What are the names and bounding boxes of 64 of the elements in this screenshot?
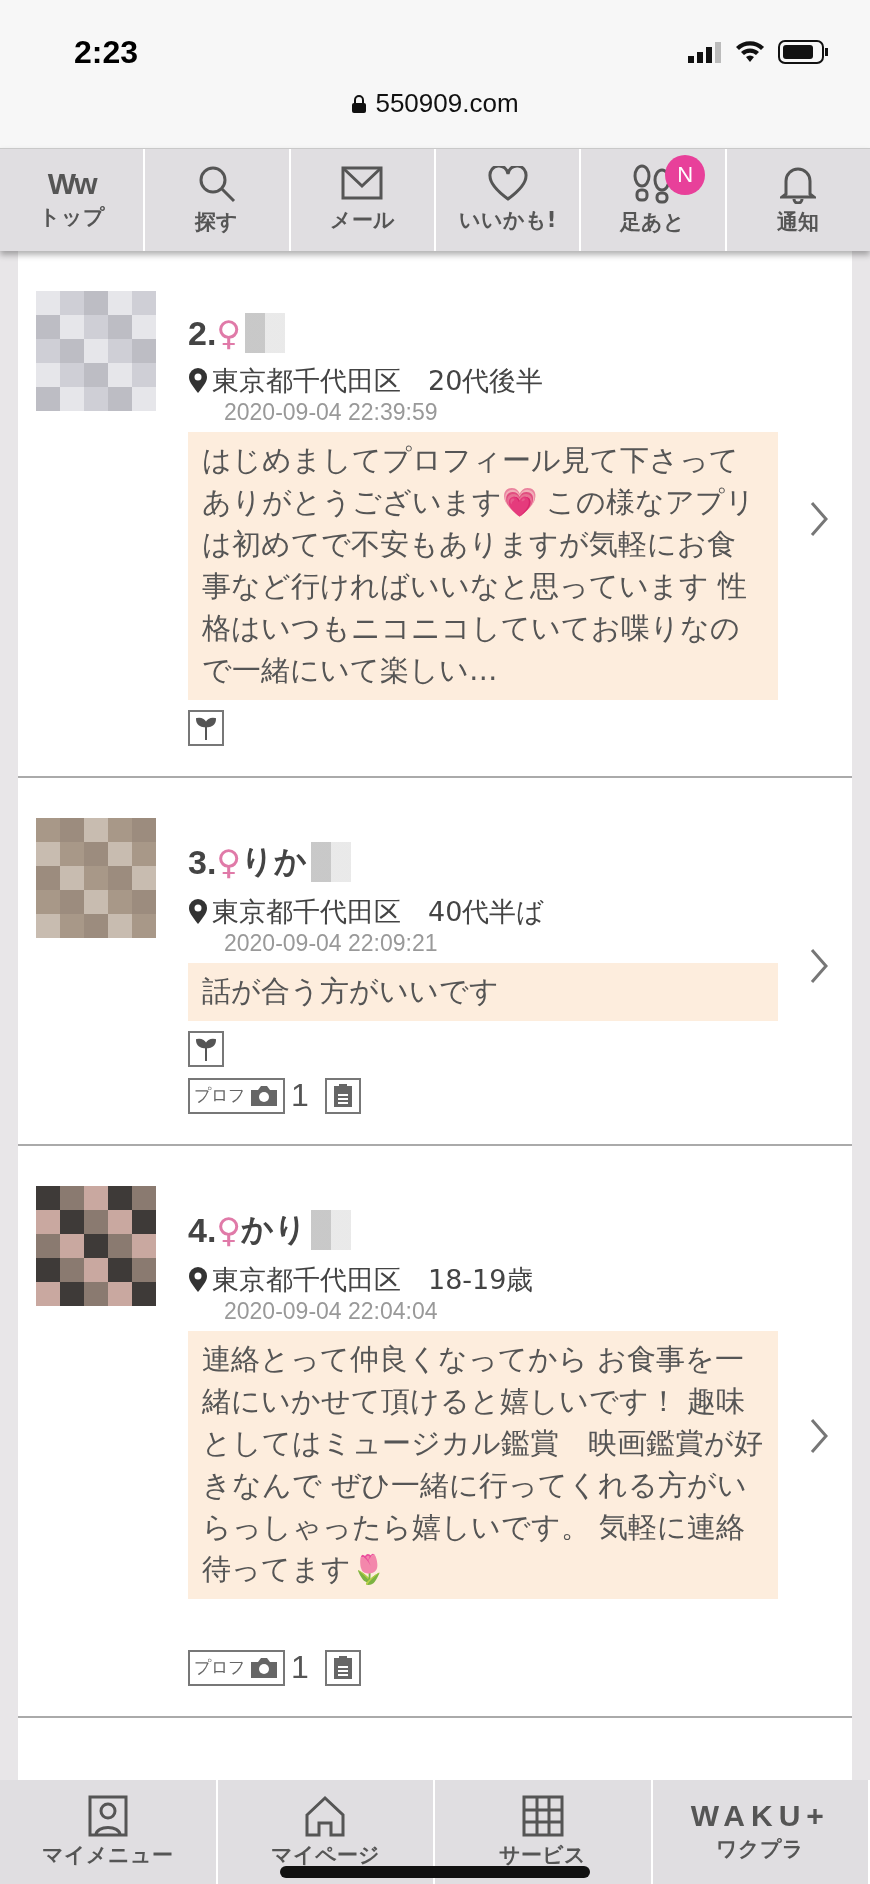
camera-icon [249, 1655, 279, 1680]
nav-label: 通知 [777, 209, 820, 236]
signal-icon [688, 41, 722, 63]
badge-label: プロフ [194, 1084, 245, 1107]
lock-icon [351, 93, 368, 114]
badge-label: プロフ [194, 1656, 245, 1679]
nav-label: トップ [38, 204, 105, 231]
nav-label: 足あと [620, 209, 686, 236]
post-date: 2020-09-04 22:39:59 [224, 399, 439, 426]
status-time: 2:23 [74, 33, 139, 71]
person-icon [87, 1795, 128, 1837]
post-date: 2020-09-04 22:09:21 [224, 930, 439, 957]
location-pin-icon [188, 899, 208, 925]
camera-icon [249, 1083, 279, 1108]
bottom-nav-item[interactable]: マイメニュー [0, 1780, 218, 1884]
profile-name: かり [241, 1209, 308, 1250]
nav-label: サービス [499, 1842, 587, 1869]
message-text: 話が合う方がいいです [188, 963, 778, 1021]
name-mosaic [311, 1210, 352, 1250]
home-icon [304, 1795, 347, 1837]
profile-card[interactable]: 2.♀ 東京都千代田区 20代後半 2020-09-04 22:39:59 はじめましてプロフィール見て下さってありがとうございます💗 この様なアプリは初めてで不安もありますが気軽にお食事など行ければいいなと思っています 性格はいつもニコニコしていてお喋りなので一緒にいて楽しい… [18, 251, 852, 778]
message-text: はじめましてプロフィール見て下さってありがとうございます💗 この様なアプリは初めてで不安もありますが気軽にお食事など行ければいいなと思っています 性格はいつもニコニコしていてお喋りなので一緒にいて楽しい… [188, 432, 778, 700]
grid-icon [521, 1795, 564, 1837]
search-icon [197, 164, 237, 204]
female-symbol: ♀ [216, 313, 242, 353]
message-text: 連絡とって仲良くなってから お食事を一緒にいかせて頂けると嬉しいです！ 趣味としてはミュージカル鑑賞 映画鑑賞が好きなんで ぜひ一緒に行ってくれる方がいらっしゃったら嬉しいです。 気軽に連絡待ってます🌷 [188, 1331, 778, 1599]
heart-icon [487, 166, 528, 202]
post-date: 2020-09-04 22:04:04 [224, 1298, 439, 1325]
female-symbol: ♀ [216, 842, 242, 882]
photo-count: 1 [291, 1077, 309, 1114]
sprout-icon [188, 1031, 224, 1067]
location-pin-icon [188, 1267, 208, 1293]
notification-badge: N [665, 155, 706, 195]
location-age: 東京都千代田区 40代半ば [212, 895, 545, 929]
battery-icon [778, 40, 830, 64]
female-symbol: ♀ [216, 1210, 242, 1250]
envelope-icon [341, 166, 384, 202]
nav-label: いいかも! [458, 207, 557, 234]
photo-count: 1 [291, 1649, 309, 1686]
memo-icon [324, 1649, 361, 1686]
nav-label: マイメニュー [42, 1842, 174, 1869]
nav-tab[interactable]: 通知 [726, 149, 870, 251]
profile-card[interactable]: 4.♀かり 東京都千代田区 18-19歳 2020-09-04 22:04:04 連絡とって仲良くなってから お食事を一緒にいかせて頂けると嬉しいです！ 趣味としてはミュージカル鑑賞 映画鑑賞が好きなんで ぜひ一緒に行ってくれる方がいらっしゃったら嬉しいです。 気軽に連絡待ってます🌷 プロフ 1 [18, 1146, 852, 1718]
wifi-icon [734, 40, 766, 64]
rank-number: 3. [188, 842, 217, 882]
sprout-icon [188, 710, 224, 746]
rank-number: 2. [188, 313, 217, 353]
location-pin-icon [188, 368, 208, 394]
name-mosaic [245, 313, 286, 353]
url-text: 550909.com [375, 88, 519, 119]
profile-card[interactable]: 3.♀りか 東京都千代田区 40代半ば 2020-09-04 22:09:21 話が合う方がいいです プロフ 1 [18, 778, 852, 1146]
name-mosaic [311, 842, 352, 882]
rank-number: 4. [188, 1210, 217, 1250]
memo-icon [324, 1077, 361, 1114]
nav-label: 探す [195, 209, 239, 236]
location-age: 東京都千代田区 20代後半 [212, 364, 544, 398]
logo: Ww [47, 169, 96, 199]
nav-label: メール [329, 207, 395, 234]
profile-name: りか [241, 841, 308, 882]
nav-label: マイページ [270, 1842, 380, 1869]
logo: WAKU+ [690, 1801, 830, 1831]
location-age: 東京都千代田区 18-19歳 [212, 1263, 534, 1297]
nav-label: ワクプラ [716, 1836, 805, 1863]
bottom-nav-item[interactable]: WAKU+ ワクプラ [652, 1780, 870, 1884]
